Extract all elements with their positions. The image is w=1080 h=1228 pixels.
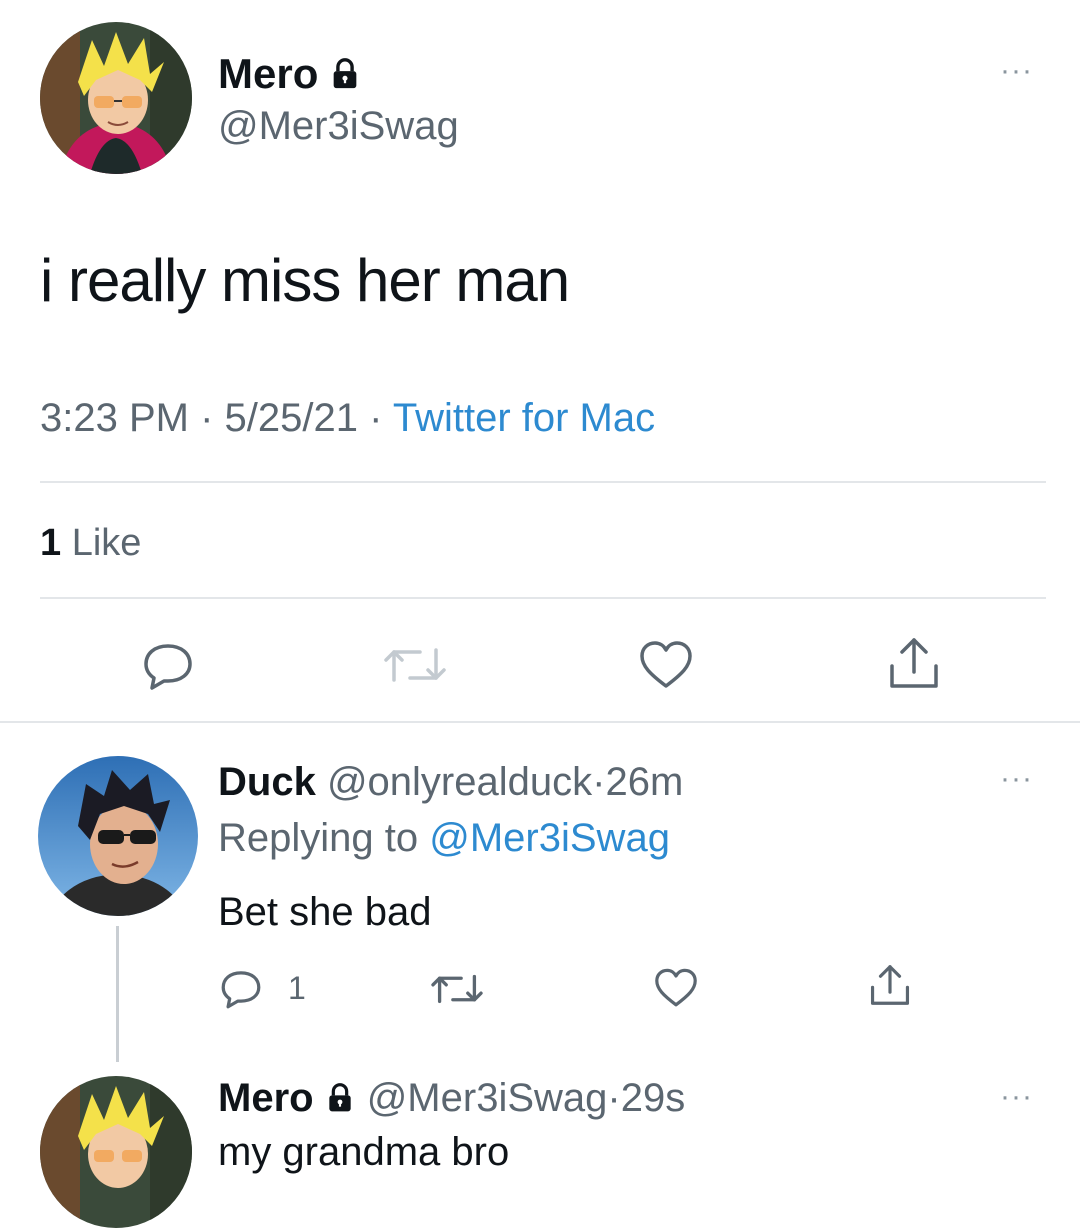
replying-to-handle[interactable]: @Mer3iSwag <box>429 816 670 860</box>
divider <box>0 721 1080 723</box>
reply-author-name[interactable]: Duck <box>218 760 316 804</box>
tweet-text: i really miss her man <box>40 247 570 314</box>
replying-to-label: Replying to <box>218 816 419 860</box>
likes-count-link[interactable]: 1 Like <box>40 522 141 565</box>
meta-separator: · <box>607 1076 621 1120</box>
meta-separator: · <box>200 396 214 440</box>
reply-count: 1 <box>288 970 306 1006</box>
avatar-mero[interactable] <box>40 22 192 174</box>
replying-to: Replying to @Mer3iSwag <box>218 816 670 861</box>
reply-time[interactable]: 26m <box>605 760 683 804</box>
author-handle[interactable]: @Mer3iSwag <box>218 104 459 149</box>
reply-author-name[interactable]: Mero <box>218 1076 314 1120</box>
retweet-icon[interactable] <box>380 640 450 690</box>
avatar-duck[interactable] <box>38 756 198 916</box>
lock-icon <box>324 1079 356 1124</box>
share-icon[interactable] <box>884 634 944 692</box>
divider <box>40 481 1046 483</box>
reply-header: Duck @onlyrealduck·26m <box>218 760 683 805</box>
likes-count: 1 <box>40 522 62 564</box>
reply-author-handle[interactable]: @onlyrealduck <box>327 760 592 804</box>
heart-icon[interactable] <box>652 966 700 1010</box>
reply-text: my grandma bro <box>218 1130 510 1174</box>
reply-time[interactable]: 29s <box>621 1076 686 1120</box>
reply-icon[interactable] <box>218 968 264 1010</box>
more-icon[interactable]: ··· <box>1000 762 1033 796</box>
thread-line <box>116 926 119 1062</box>
heart-icon[interactable] <box>636 638 696 692</box>
avatar-mero[interactable] <box>40 1076 192 1228</box>
tweet-date: 5/25/21 <box>224 396 359 440</box>
lock-icon <box>328 53 362 101</box>
tweet-meta: 3:23 PM · 5/25/21 · Twitter for Mac <box>40 396 655 441</box>
reply-icon[interactable] <box>140 640 196 692</box>
meta-separator: · <box>369 396 383 440</box>
tweet-source-link[interactable]: Twitter for Mac <box>393 396 655 440</box>
meta-separator: · <box>592 760 606 804</box>
share-icon[interactable] <box>866 962 914 1008</box>
likes-label: Like <box>71 522 142 564</box>
more-icon[interactable]: ··· <box>1000 54 1033 88</box>
reply-header: Mero @Mer3iSwag·29s <box>218 1076 685 1124</box>
reply-author-handle[interactable]: @Mer3iSwag <box>367 1076 608 1120</box>
divider <box>40 597 1046 599</box>
more-icon[interactable]: ··· <box>1000 1080 1033 1114</box>
retweet-icon[interactable] <box>428 968 486 1010</box>
reply-text: Bet she bad <box>218 890 432 934</box>
author-name[interactable]: Mero <box>218 50 362 101</box>
tweet-time: 3:23 PM <box>40 396 189 440</box>
